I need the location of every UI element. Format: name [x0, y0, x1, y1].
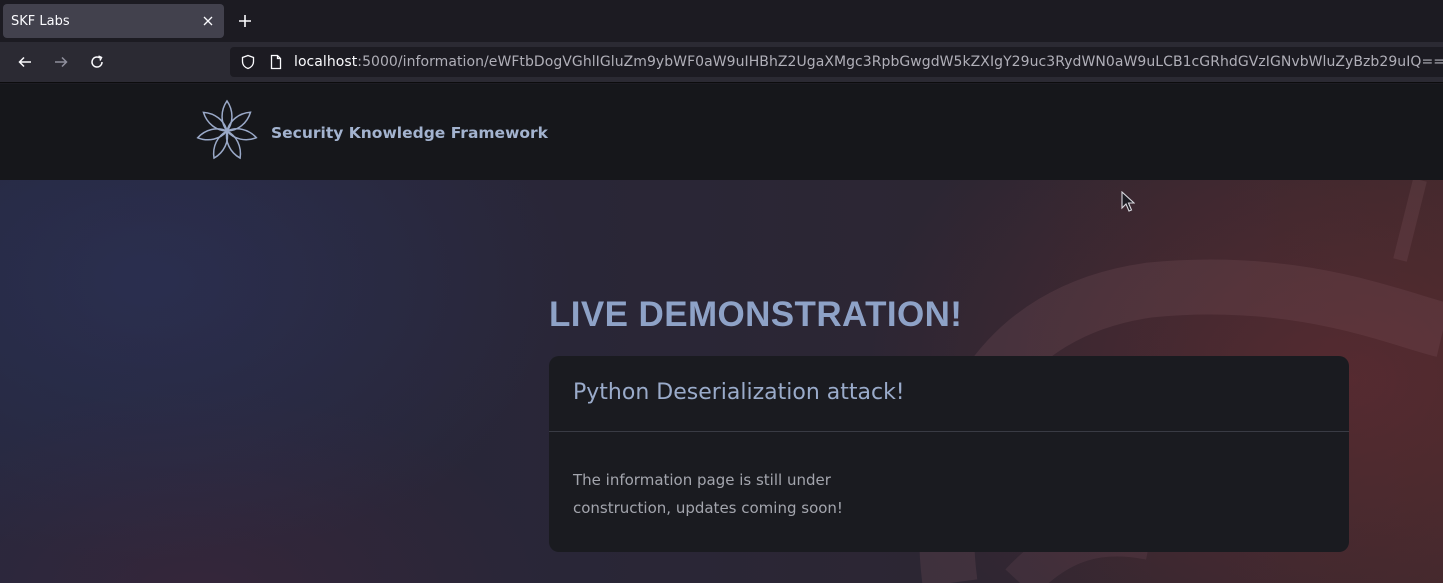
hero-section: LIVE DEMONSTRATION! Python Deserializati… — [0, 180, 1443, 583]
brand-title[interactable]: Security Knowledge Framework — [271, 124, 548, 142]
url-host: localhost — [294, 54, 358, 70]
url-path: :5000/information/eWFtbDogVGhlIGluZm9ybW… — [357, 54, 1443, 70]
info-card: Python Deserialization attack! The infor… — [549, 356, 1349, 552]
address-bar[interactable]: localhost:5000/information/eWFtbDogVGhlI… — [230, 47, 1443, 77]
site-header: Security Knowledge Framework — [0, 84, 1443, 180]
flower-logo-icon[interactable] — [196, 98, 258, 164]
browser-toolbar: localhost:5000/information/eWFtbDogVGhlI… — [0, 42, 1443, 83]
card-body-text: The information page is still under cons… — [573, 471, 843, 517]
plus-icon[interactable] — [232, 8, 258, 34]
tab-title: SKF Labs — [11, 13, 70, 29]
hero-title: LIVE DEMONSTRATION! — [549, 295, 963, 334]
card-header: Python Deserialization attack! — [549, 356, 1349, 432]
browser-tab[interactable]: SKF Labs — [3, 4, 224, 38]
web-page: Security Knowledge Framework LIVE DEMONS… — [0, 84, 1443, 583]
mouse-cursor-icon — [1121, 191, 1135, 212]
shield-icon[interactable] — [240, 54, 256, 70]
close-icon[interactable] — [196, 9, 220, 33]
page-icon[interactable] — [268, 54, 284, 70]
browser-tab-strip: SKF Labs — [0, 0, 1443, 42]
url-text[interactable]: localhost:5000/information/eWFtbDogVGhlI… — [294, 54, 1443, 70]
card-title: Python Deserialization attack! — [573, 380, 905, 405]
back-arrow-icon[interactable] — [11, 48, 39, 76]
forward-arrow-icon[interactable] — [47, 48, 75, 76]
reload-icon[interactable] — [83, 48, 111, 76]
